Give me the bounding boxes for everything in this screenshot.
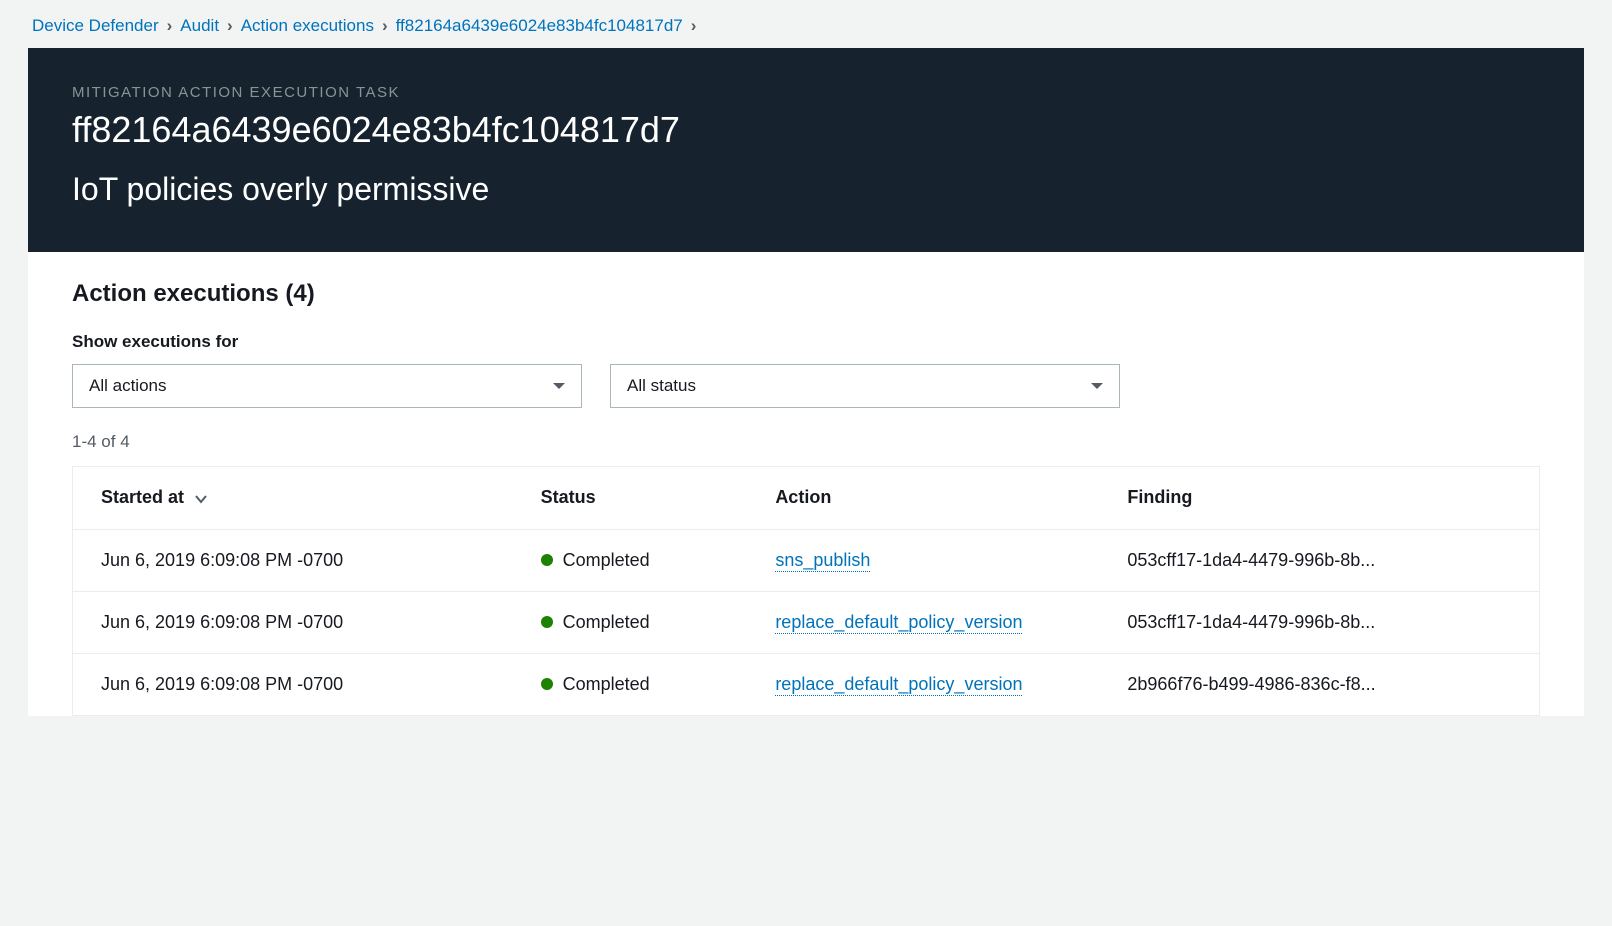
header-eyebrow: MITIGATION ACTION EXECUTION TASK <box>72 84 1540 101</box>
col-finding[interactable]: Finding <box>1099 467 1539 530</box>
table-header-row: Started at Status Action Finding <box>73 467 1540 530</box>
status-success-icon <box>541 616 553 628</box>
breadcrumb: Device Defender › Audit › Action executi… <box>0 0 1612 48</box>
cell-started-at: Jun 6, 2019 6:09:08 PM -0700 <box>73 529 513 591</box>
section-title: Action executions (4) <box>72 280 1540 308</box>
cell-action: replace_default_policy_version <box>747 653 1099 715</box>
table-row: Jun 6, 2019 6:09:08 PM -0700 Completed sns… <box>73 529 1540 591</box>
sort-descending-icon <box>195 488 207 509</box>
action-link[interactable]: replace_default_policy_version <box>775 612 1022 634</box>
action-link[interactable]: sns_publish <box>775 550 870 572</box>
col-action[interactable]: Action <box>747 467 1099 530</box>
chevron-right-icon: › <box>227 16 233 36</box>
actions-filter-value: All actions <box>89 376 166 396</box>
cell-status: Completed <box>513 653 748 715</box>
caret-down-icon <box>553 383 565 389</box>
cell-finding: 053cff17-1da4-4479-996b-8b... <box>1099 591 1539 653</box>
actions-filter-select[interactable]: All actions <box>72 364 582 408</box>
chevron-right-icon: › <box>167 16 173 36</box>
action-executions-panel: Action executions (4) Show executions fo… <box>28 252 1584 716</box>
cell-action: sns_publish <box>747 529 1099 591</box>
status-success-icon <box>541 554 553 566</box>
page-title: ff82164a6439e6024e83b4fc104817d7 <box>72 109 1540 151</box>
breadcrumb-link-audit[interactable]: Audit <box>180 16 219 36</box>
status-text: Completed <box>563 550 650 571</box>
cell-status: Completed <box>513 529 748 591</box>
table-row: Jun 6, 2019 6:09:08 PM -0700 Completed rep… <box>73 591 1540 653</box>
col-started-at-label: Started at <box>101 487 184 507</box>
page-header: MITIGATION ACTION EXECUTION TASK ff82164… <box>28 48 1584 252</box>
breadcrumb-link-device-defender[interactable]: Device Defender <box>32 16 159 36</box>
cell-action: replace_default_policy_version <box>747 591 1099 653</box>
caret-down-icon <box>1091 383 1103 389</box>
table-row: Jun 6, 2019 6:09:08 PM -0700 Completed rep… <box>73 653 1540 715</box>
chevron-right-icon: › <box>382 16 388 36</box>
breadcrumb-link-task-id[interactable]: ff82164a6439e6024e83b4fc104817d7 <box>396 16 683 36</box>
cell-finding: 053cff17-1da4-4479-996b-8b... <box>1099 529 1539 591</box>
cell-finding: 2b966f76-b499-4986-836c-f8... <box>1099 653 1539 715</box>
cell-started-at: Jun 6, 2019 6:09:08 PM -0700 <box>73 591 513 653</box>
col-started-at[interactable]: Started at <box>73 467 513 530</box>
filter-label: Show executions for <box>72 332 1540 352</box>
page-subtitle: IoT policies overly permissive <box>72 171 1540 208</box>
status-filter-value: All status <box>627 376 696 396</box>
col-status[interactable]: Status <box>513 467 748 530</box>
chevron-right-icon: › <box>691 16 697 36</box>
breadcrumb-link-action-executions[interactable]: Action executions <box>241 16 374 36</box>
status-text: Completed <box>563 674 650 695</box>
filter-row: All actions All status <box>72 364 1540 408</box>
cell-started-at: Jun 6, 2019 6:09:08 PM -0700 <box>73 653 513 715</box>
status-filter-select[interactable]: All status <box>610 364 1120 408</box>
result-count: 1-4 of 4 <box>72 432 1540 452</box>
status-text: Completed <box>563 612 650 633</box>
executions-table: Started at Status Action Finding Jun 6, … <box>72 466 1540 716</box>
action-link[interactable]: replace_default_policy_version <box>775 674 1022 696</box>
status-success-icon <box>541 678 553 690</box>
cell-status: Completed <box>513 591 748 653</box>
